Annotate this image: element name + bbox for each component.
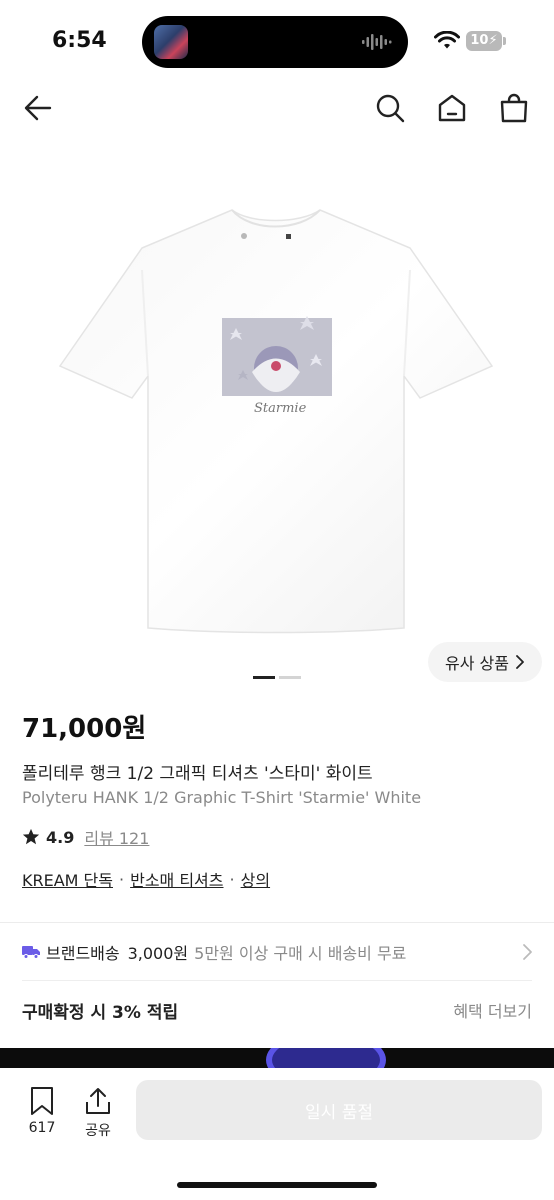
banner-graphic [266,1048,386,1068]
category-separator: · [119,869,125,889]
chevron-right-icon [516,655,524,669]
rating-row: 4.9 리뷰 121 [22,826,149,848]
promo-banner[interactable] [0,1048,554,1068]
product-title-english: Polyteru HANK 1/2 Graphic T-Shirt 'Starm… [22,788,422,807]
shipping-label: 브랜드배송 [46,944,120,963]
truck-icon [22,946,40,959]
status-bar: 6:54 10⚡ [0,0,554,84]
wifi-icon [434,31,460,49]
arrow-left-icon[interactable] [22,92,54,124]
points-row: 구매확정 시 3% 적립 혜택 더보기 [22,996,532,1024]
section-divider [0,922,554,923]
bottom-action-bar: 617 공유 일시 품절 [0,1068,554,1200]
category-breadcrumb: KREAM 단독 · 반소매 티셔츠 · 상의 [22,867,270,891]
home-indicator[interactable] [177,1182,377,1188]
free-shipping-note: 5만원 이상 구매 시 배송비 무료 [194,944,407,963]
bookmark-button[interactable]: 617 [20,1086,64,1136]
review-link[interactable]: 리뷰 121 [84,825,149,849]
points-label: 구매확정 시 3% 적립 [22,1003,179,1023]
share-icon [86,1088,110,1114]
top-navigation [0,84,554,132]
rating-value: 4.9 [46,827,75,847]
product-tshirt-image: Starmie [58,209,494,634]
similar-products-label: 유사 상품 [445,654,509,673]
battery-indicator: 10⚡ [466,31,502,51]
battery-cap [503,37,506,45]
temporarily-sold-out-button[interactable]: 일시 품절 [136,1080,542,1140]
benefits-more-link[interactable]: 혜택 더보기 [453,998,532,1022]
category-separator: · [229,869,235,889]
shipping-info-row[interactable]: 브랜드배송 3,000원 5만원 이상 구매 시 배송비 무료 [22,938,534,966]
chevron-right-icon [523,944,532,960]
carousel-dot-active[interactable] [253,676,275,679]
bookmark-count: 617 [28,1120,56,1136]
home-icon[interactable] [436,92,468,124]
product-image-carousel[interactable]: Starmie [0,140,554,676]
audio-waveform-icon [362,34,392,50]
shipping-fee: 3,000원 [127,944,189,963]
share-label: 공유 [85,1123,111,1139]
dynamic-island[interactable] [142,16,408,68]
sold-out-label: 일시 품절 [305,1102,373,1123]
search-icon[interactable] [374,92,406,124]
similar-products-button[interactable]: 유사 상품 [428,642,542,682]
battery-level: 10 [470,33,489,48]
bookmark-icon [31,1087,53,1115]
category-link-short-sleeve[interactable]: 반소매 티셔츠 [130,867,223,891]
section-divider [22,980,532,981]
now-playing-artwork [154,25,188,59]
product-title-korean: 폴리테루 행크 1/2 그래픽 티셔츠 '스타미' 화이트 [22,764,373,784]
shopping-bag-icon[interactable] [498,92,530,124]
category-link-kream-exclusive[interactable]: KREAM 단독 [22,867,113,891]
status-time: 6:54 [52,28,107,53]
star-icon [22,828,40,845]
carousel-dot[interactable] [279,676,301,679]
print-signature: Starmie [254,401,307,416]
category-link-tops[interactable]: 상의 [241,867,270,891]
product-price: 71,000원 [22,714,147,744]
share-button[interactable]: 공유 [76,1086,120,1140]
